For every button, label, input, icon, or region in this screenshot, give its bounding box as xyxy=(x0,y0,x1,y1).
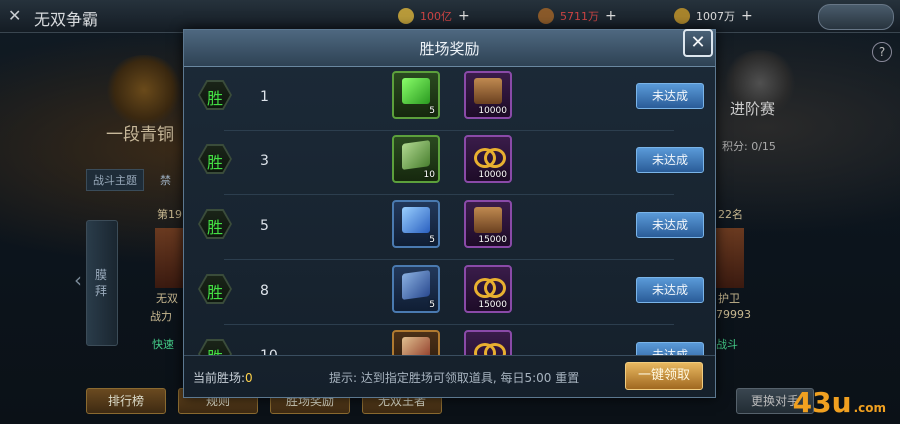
win-count: 1 xyxy=(260,89,269,105)
help-icon[interactable]: ? xyxy=(872,42,892,62)
opponent-name: 护卫 xyxy=(718,292,740,305)
opponent-name: 无双 xyxy=(156,292,178,305)
add-icon[interactable]: + xyxy=(605,8,617,24)
currency-1: 100亿 + xyxy=(398,8,470,24)
crossed-swords-icon[interactable]: ✕ xyxy=(8,6,28,26)
coin-icon xyxy=(398,8,414,24)
close-icon: ✕ xyxy=(690,32,706,53)
current-wins: 当前胜场:0 xyxy=(193,371,253,385)
dialog-title: 胜场奖励 xyxy=(419,40,480,58)
return-button[interactable] xyxy=(818,4,894,30)
reward-row: 胜 10 未达成 xyxy=(184,326,715,355)
close-button[interactable]: ✕ xyxy=(683,29,713,57)
reward-item[interactable]: 5 xyxy=(392,265,440,313)
challenge-button[interactable]: 战斗 xyxy=(716,336,738,352)
green-book-icon xyxy=(402,140,430,170)
opponent-portrait[interactable] xyxy=(714,228,744,288)
win-count: 3 xyxy=(260,153,269,169)
status-button[interactable]: 未达成 xyxy=(636,277,704,303)
reward-row: 胜 5 5 15000 未达成 xyxy=(184,196,715,260)
reward-item[interactable]: 5 xyxy=(392,71,440,119)
worship-tab[interactable]: 膜拜 xyxy=(86,220,118,346)
reward-item[interactable]: 10000 xyxy=(464,135,512,183)
win-count: 8 xyxy=(260,283,269,299)
blue-book-icon xyxy=(402,270,430,300)
win-rewards-dialog: 胜场奖励 胜 1 5 10000 未达成 胜 3 10 10000 未达成 胜 … xyxy=(183,29,716,398)
green-gift-icon xyxy=(402,78,430,104)
left-arrow-icon[interactable]: ‹ xyxy=(74,268,82,292)
site-watermark-logo: 43u .com xyxy=(792,386,886,419)
reward-row: 胜 3 10 10000 未达成 xyxy=(184,131,715,195)
blue-gift-icon xyxy=(402,207,430,233)
reward-item[interactable]: 5 xyxy=(392,200,440,248)
status-button[interactable]: 未达成 xyxy=(636,212,704,238)
status-button[interactable]: 未达成 xyxy=(636,83,704,109)
opponent-portrait[interactable] xyxy=(155,228,185,288)
reward-item[interactable]: 10000 xyxy=(464,71,512,119)
opponent-power: 战力 xyxy=(150,310,172,323)
win-badge: 胜 xyxy=(198,144,232,174)
reward-item[interactable] xyxy=(392,330,440,355)
reward-item[interactable]: 15000 xyxy=(464,265,512,313)
sword-icon xyxy=(538,8,554,24)
gold-rings-icon xyxy=(474,142,506,168)
reward-row: 胜 8 5 15000 未达成 xyxy=(184,261,715,325)
win-badge: 胜 xyxy=(198,80,232,110)
advance-progress: 积分: 0/15 xyxy=(722,140,776,153)
reward-item[interactable]: 10 xyxy=(392,135,440,183)
reward-list[interactable]: 胜 1 5 10000 未达成 胜 3 10 10000 未达成 胜 5 5 1… xyxy=(184,67,715,355)
gold-rings-icon xyxy=(474,337,506,355)
reward-row: 胜 1 5 10000 未达成 xyxy=(184,67,715,131)
gold-rings-icon xyxy=(474,272,506,298)
divider xyxy=(224,324,674,325)
currency-2: 5711万 + xyxy=(538,8,617,24)
dialog-header: 胜场奖励 xyxy=(184,30,715,67)
reward-item[interactable]: 15000 xyxy=(464,200,512,248)
status-button[interactable]: 未达成 xyxy=(636,147,704,173)
tab-forbidden[interactable]: 禁 xyxy=(160,172,171,188)
divider xyxy=(224,259,674,260)
reward-item[interactable] xyxy=(464,330,512,355)
right-rank: 22名 xyxy=(718,208,743,221)
add-icon[interactable]: + xyxy=(458,8,470,24)
win-badge: 胜 xyxy=(198,209,232,239)
add-icon[interactable]: + xyxy=(741,8,753,24)
treasure-chest-icon xyxy=(474,78,502,104)
treasure-chest-icon xyxy=(474,207,502,233)
leaderboard-button[interactable]: 排行榜 xyxy=(86,388,166,414)
footer-divider xyxy=(184,355,715,356)
bronze-rank-emblem xyxy=(104,55,184,125)
divider xyxy=(224,194,674,195)
challenge-button[interactable]: 快速 xyxy=(152,336,174,352)
left-rank: 第19 xyxy=(157,208,182,221)
red-book-icon xyxy=(402,337,430,355)
status-button[interactable]: 未达成 xyxy=(636,342,704,355)
win-count: 10 xyxy=(260,348,278,355)
win-badge: 胜 xyxy=(198,274,232,304)
rank-label: 一段青铜 xyxy=(106,125,174,145)
claim-all-button[interactable]: 一键领取 xyxy=(625,362,703,390)
win-count: 5 xyxy=(260,218,269,234)
wings-icon xyxy=(674,8,690,24)
win-badge: 胜 xyxy=(198,339,232,355)
currency-3: 1007万 + xyxy=(674,8,753,24)
tip-text: 提示: 达到指定胜场可领取道具, 每日5:00 重置 xyxy=(329,371,580,385)
advance-label: 进阶赛 xyxy=(730,100,776,118)
tab-battle-theme[interactable]: 战斗主题 xyxy=(86,169,144,191)
game-title: 无双争霸 xyxy=(34,10,99,29)
opponent-power: 79993 xyxy=(716,308,751,321)
